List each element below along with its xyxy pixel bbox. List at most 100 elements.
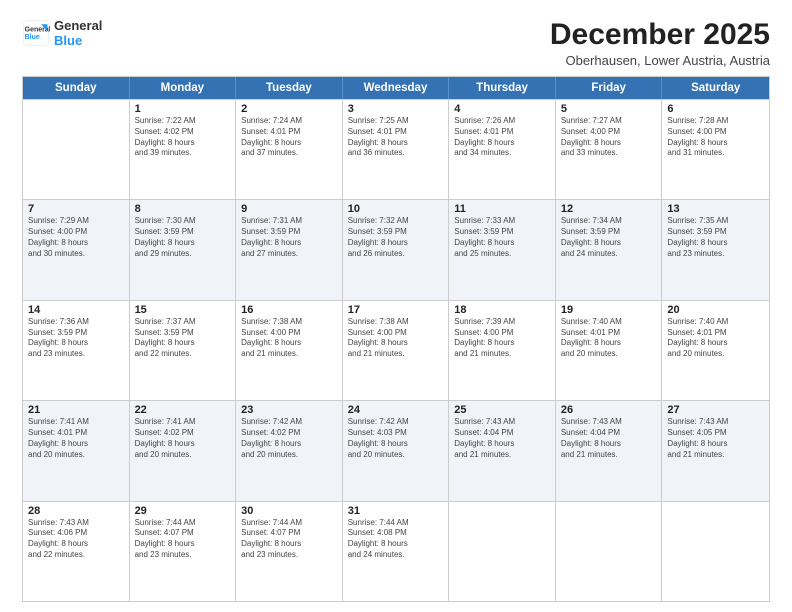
cell-line: Sunset: 3:59 PM (348, 227, 444, 238)
cell-line: Daylight: 8 hours (135, 338, 231, 349)
cell-line: and 31 minutes. (667, 148, 764, 159)
cell-line: Daylight: 8 hours (667, 338, 764, 349)
calendar-body: 1Sunrise: 7:22 AMSunset: 4:02 PMDaylight… (23, 99, 769, 601)
cell-line: Daylight: 8 hours (454, 439, 550, 450)
cell-line: Daylight: 8 hours (241, 439, 337, 450)
calendar-header: SundayMondayTuesdayWednesdayThursdayFrid… (23, 77, 769, 99)
cell-line: and 39 minutes. (135, 148, 231, 159)
cell-line: and 20 minutes. (28, 450, 124, 461)
day-number: 2 (241, 103, 337, 115)
calendar-header-cell: Wednesday (343, 77, 450, 99)
cell-line: Sunrise: 7:44 AM (348, 518, 444, 529)
cell-line: Sunrise: 7:44 AM (135, 518, 231, 529)
cell-line: Sunset: 4:01 PM (348, 127, 444, 138)
cell-line: Daylight: 8 hours (561, 439, 657, 450)
cell-line: Sunrise: 7:43 AM (667, 417, 764, 428)
calendar-cell: 31Sunrise: 7:44 AMSunset: 4:08 PMDayligh… (343, 502, 450, 601)
cell-line: Sunrise: 7:24 AM (241, 116, 337, 127)
cell-line: Sunset: 4:07 PM (135, 528, 231, 539)
cell-line: Sunrise: 7:34 AM (561, 216, 657, 227)
logo-line1: General (54, 18, 102, 33)
cell-line: Daylight: 8 hours (348, 338, 444, 349)
calendar-cell (662, 502, 769, 601)
cell-line: Daylight: 8 hours (667, 138, 764, 149)
calendar-cell: 26Sunrise: 7:43 AMSunset: 4:04 PMDayligh… (556, 401, 663, 500)
cell-line: Sunset: 3:59 PM (454, 227, 550, 238)
cell-line: Sunset: 4:03 PM (348, 428, 444, 439)
cell-line: Daylight: 8 hours (241, 238, 337, 249)
day-number: 1 (135, 103, 231, 115)
cell-line: and 23 minutes. (667, 249, 764, 260)
calendar-cell: 18Sunrise: 7:39 AMSunset: 4:00 PMDayligh… (449, 301, 556, 400)
calendar-cell: 13Sunrise: 7:35 AMSunset: 3:59 PMDayligh… (662, 200, 769, 299)
cell-line: and 26 minutes. (348, 249, 444, 260)
day-number: 27 (667, 404, 764, 416)
cell-line: Sunset: 4:00 PM (348, 328, 444, 339)
day-number: 8 (135, 203, 231, 215)
cell-line: Daylight: 8 hours (454, 238, 550, 249)
cell-line: Sunrise: 7:38 AM (348, 317, 444, 328)
cell-line: Sunset: 3:59 PM (135, 328, 231, 339)
day-number: 10 (348, 203, 444, 215)
cell-line: and 34 minutes. (454, 148, 550, 159)
cell-line: and 23 minutes. (241, 550, 337, 561)
day-number: 6 (667, 103, 764, 115)
cell-line: Daylight: 8 hours (348, 138, 444, 149)
cell-line: and 20 minutes. (561, 349, 657, 360)
calendar-cell: 7Sunrise: 7:29 AMSunset: 4:00 PMDaylight… (23, 200, 130, 299)
cell-line: Sunrise: 7:38 AM (241, 317, 337, 328)
cell-line: Sunset: 4:01 PM (667, 328, 764, 339)
cell-line: Sunrise: 7:44 AM (241, 518, 337, 529)
day-number: 4 (454, 103, 550, 115)
cell-line: Sunrise: 7:40 AM (667, 317, 764, 328)
cell-line: Daylight: 8 hours (28, 539, 124, 550)
calendar-cell: 4Sunrise: 7:26 AMSunset: 4:01 PMDaylight… (449, 100, 556, 199)
cell-line: Daylight: 8 hours (667, 439, 764, 450)
day-number: 20 (667, 304, 764, 316)
cell-line: Daylight: 8 hours (348, 439, 444, 450)
cell-line: Sunset: 4:01 PM (561, 328, 657, 339)
cell-line: Sunset: 4:00 PM (561, 127, 657, 138)
day-number: 16 (241, 304, 337, 316)
calendar-cell: 12Sunrise: 7:34 AMSunset: 3:59 PMDayligh… (556, 200, 663, 299)
calendar-cell: 30Sunrise: 7:44 AMSunset: 4:07 PMDayligh… (236, 502, 343, 601)
cell-line: Daylight: 8 hours (561, 238, 657, 249)
day-number: 17 (348, 304, 444, 316)
cell-line: Daylight: 8 hours (241, 338, 337, 349)
cell-line: Sunrise: 7:42 AM (348, 417, 444, 428)
cell-line: Daylight: 8 hours (241, 138, 337, 149)
cell-line: Sunset: 4:04 PM (454, 428, 550, 439)
calendar-cell: 21Sunrise: 7:41 AMSunset: 4:01 PMDayligh… (23, 401, 130, 500)
calendar-cell: 15Sunrise: 7:37 AMSunset: 3:59 PMDayligh… (130, 301, 237, 400)
cell-line: Daylight: 8 hours (454, 138, 550, 149)
calendar: SundayMondayTuesdayWednesdayThursdayFrid… (22, 76, 770, 602)
day-number: 18 (454, 304, 550, 316)
day-number: 14 (28, 304, 124, 316)
cell-line: and 21 minutes. (667, 450, 764, 461)
cell-line: Sunset: 3:59 PM (241, 227, 337, 238)
calendar-cell: 28Sunrise: 7:43 AMSunset: 4:06 PMDayligh… (23, 502, 130, 601)
calendar-cell: 24Sunrise: 7:42 AMSunset: 4:03 PMDayligh… (343, 401, 450, 500)
cell-line: Sunrise: 7:30 AM (135, 216, 231, 227)
logo: General Blue General Blue (22, 18, 102, 48)
day-number: 21 (28, 404, 124, 416)
cell-line: Daylight: 8 hours (28, 338, 124, 349)
cell-line: Sunrise: 7:43 AM (561, 417, 657, 428)
cell-line: and 20 minutes. (667, 349, 764, 360)
cell-line: and 21 minutes. (454, 450, 550, 461)
calendar-cell (23, 100, 130, 199)
cell-line: Daylight: 8 hours (241, 539, 337, 550)
day-number: 11 (454, 203, 550, 215)
logo-icon: General Blue (22, 19, 50, 47)
cell-line: Sunset: 4:08 PM (348, 528, 444, 539)
calendar-cell: 6Sunrise: 7:28 AMSunset: 4:00 PMDaylight… (662, 100, 769, 199)
cell-line: Sunset: 4:00 PM (454, 328, 550, 339)
cell-line: and 20 minutes. (135, 450, 231, 461)
calendar-cell: 8Sunrise: 7:30 AMSunset: 3:59 PMDaylight… (130, 200, 237, 299)
calendar-header-cell: Saturday (662, 77, 769, 99)
cell-line: Sunrise: 7:43 AM (28, 518, 124, 529)
cell-line: and 23 minutes. (135, 550, 231, 561)
cell-line: Daylight: 8 hours (667, 238, 764, 249)
cell-line: Sunrise: 7:40 AM (561, 317, 657, 328)
cell-line: and 21 minutes. (348, 349, 444, 360)
